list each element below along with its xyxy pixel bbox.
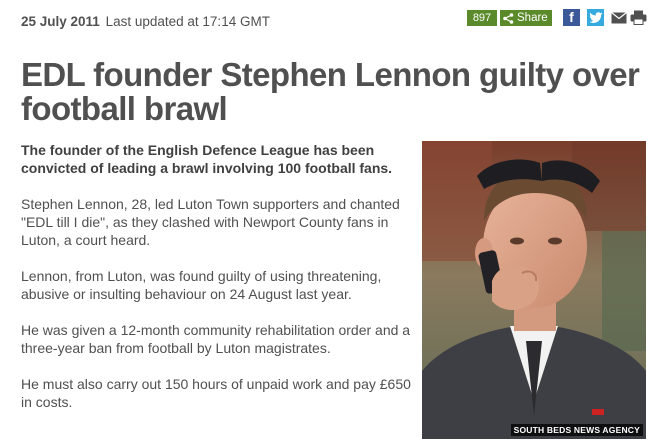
share-count: 897 bbox=[467, 10, 497, 26]
article-intro: The founder of the English Defence Leagu… bbox=[21, 142, 393, 176]
last-updated: Last updated at 17:14 GMT bbox=[105, 14, 270, 29]
article-paragraph: Stephen Lennon, 28, led Luton Town suppo… bbox=[21, 196, 400, 248]
email-icon[interactable] bbox=[610, 9, 627, 26]
facebook-icon[interactable]: f bbox=[563, 9, 580, 26]
print-icon[interactable] bbox=[630, 9, 647, 26]
publish-date: 25 July 2011 bbox=[21, 14, 100, 29]
article-photo: SOUTH BEDS NEWS AGENCY bbox=[422, 141, 646, 439]
article-paragraph: He must also carry out 150 hours of unpa… bbox=[21, 376, 411, 410]
article-headline: EDL founder Stephen Lennon guilty over f… bbox=[21, 56, 640, 127]
share-icon bbox=[503, 12, 514, 24]
share-bar: 897 Share bbox=[467, 9, 552, 27]
share-label: Share bbox=[517, 12, 548, 24]
article-body: The founder of the English Defence Leagu… bbox=[21, 141, 411, 429]
photo-credit: SOUTH BEDS NEWS AGENCY bbox=[510, 424, 643, 436]
article-paragraph: He was given a 12-month community rehabi… bbox=[21, 322, 411, 356]
photo-illustration bbox=[422, 141, 646, 439]
twitter-icon[interactable] bbox=[587, 9, 604, 26]
article-paragraph: Lennon, from Luton, was found guilty of … bbox=[21, 268, 382, 302]
share-button[interactable]: Share bbox=[500, 10, 552, 26]
dateline: 25 July 2011 Last updated at 17:14 GMT bbox=[21, 14, 270, 29]
